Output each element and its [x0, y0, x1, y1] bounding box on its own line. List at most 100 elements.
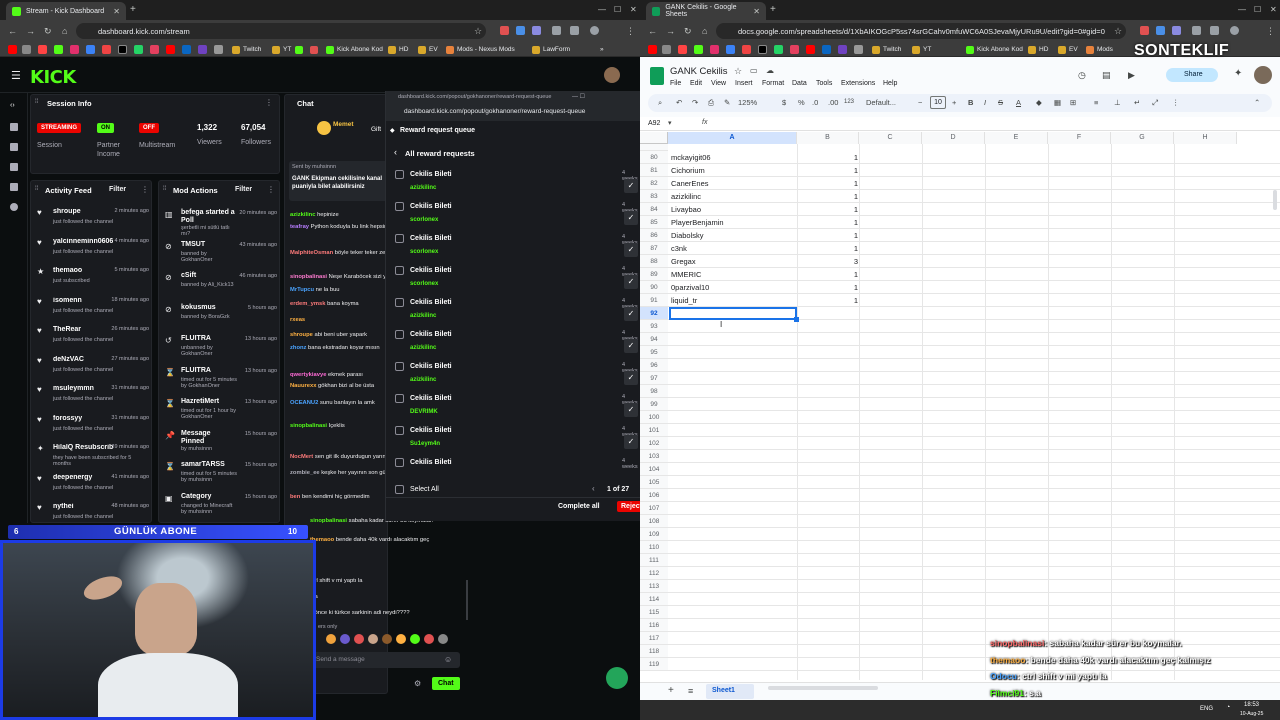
chat-username[interactable]: erdem_ymsk: [290, 301, 325, 307]
cell-b-value[interactable]: 1: [798, 283, 858, 292]
activity-item[interactable]: ♥ deNzVAC just followed the channel 27 minu…: [31, 353, 151, 377]
borders-icon[interactable]: ▦: [1054, 98, 1061, 107]
chat-settings-icon[interactable]: ⚙: [414, 679, 421, 688]
complete-request-button[interactable]: ✓: [624, 435, 638, 449]
mod-action-item[interactable]: ⌛ FLUITRA timed out for 5 minutes by Gokha…: [159, 365, 279, 389]
column-header-e[interactable]: E: [985, 132, 1048, 144]
row-number-95[interactable]: 95: [640, 346, 668, 359]
reload-icon[interactable]: ↻: [44, 26, 52, 37]
account-avatar[interactable]: [1254, 66, 1272, 84]
request-username[interactable]: azizkilinc: [410, 377, 436, 383]
row-number-93[interactable]: 93: [640, 320, 668, 333]
request-checkbox[interactable]: [395, 266, 404, 275]
bookmark-icon[interactable]: [662, 45, 671, 54]
cell-b-value[interactable]: 3: [798, 257, 858, 266]
chat-username[interactable]: NocMert: [290, 454, 313, 460]
sheet-tab-sheet1[interactable]: Sheet1: [706, 684, 754, 699]
chat-scrollbar[interactable]: [466, 580, 468, 620]
cell-b-value[interactable]: 1: [798, 179, 858, 188]
cell-a-value[interactable]: mckayigit06: [671, 153, 711, 162]
activity-item[interactable]: ♥ forossyy just followed the channel 31 min…: [31, 412, 151, 436]
dashboard-icon[interactable]: [10, 123, 18, 131]
extension-icon[interactable]: [1140, 26, 1149, 35]
reward-request-row[interactable]: Cekilis Biletiscorlonex4 weeks✓: [386, 199, 640, 231]
text-color-icon[interactable]: A: [1016, 98, 1021, 107]
cell-b-value[interactable]: 1: [798, 205, 858, 214]
request-username[interactable]: scorlonex: [410, 281, 438, 287]
bookmark-star-icon[interactable]: ☆: [1114, 26, 1122, 37]
reward-request-row[interactable]: Cekilis Biletiscorlonex4 weeks✓: [386, 231, 640, 263]
extension-icon[interactable]: [500, 26, 509, 35]
clock-time[interactable]: 18:53: [1244, 702, 1259, 708]
add-sheet-icon[interactable]: +: [668, 685, 674, 696]
bookmark-ev[interactable]: EV: [418, 45, 438, 54]
italic-icon[interactable]: I: [984, 98, 986, 107]
mod-action-item[interactable]: ⊘ TMSUT banned by GokhanOner 43 minutes ago: [159, 239, 279, 263]
bookmark-kick-abone-kod[interactable]: Kick Abone Kod: [326, 45, 383, 54]
home-icon[interactable]: ⌂: [62, 26, 67, 36]
mod-action-item[interactable]: ▥ befega started a Poll şerbetli mi sütlü …: [159, 207, 279, 237]
menu-help[interactable]: Help: [883, 80, 897, 87]
chat-username[interactable]: ben: [290, 494, 300, 500]
bookmark-yt[interactable]: YT: [272, 45, 291, 54]
chat-username[interactable]: teafray: [290, 224, 309, 230]
request-username[interactable]: azizkilinc: [410, 345, 436, 351]
bookmark-twitch[interactable]: Twitch: [872, 45, 901, 54]
chat-username[interactable]: MalphiteOsman: [290, 250, 333, 256]
row-number-96[interactable]: 96: [640, 359, 668, 372]
column-header-f[interactable]: F: [1048, 132, 1111, 144]
row-number-90[interactable]: 90: [640, 281, 668, 294]
mod-action-item[interactable]: ⊘ cSift banned by Ali_Kick13 46 minutes ago: [159, 270, 279, 294]
reward-request-row[interactable]: Cekilis Biletiazizkilinc4 weeks✓: [386, 359, 640, 391]
increase-decimal-icon[interactable]: .00: [828, 98, 838, 107]
bookmark-nexus-mods[interactable]: Mods - Nexus Mods: [446, 45, 515, 54]
prev-page-icon[interactable]: ‹: [592, 484, 595, 493]
row-number[interactable]: [640, 144, 668, 151]
row-number-108[interactable]: 108: [640, 515, 668, 528]
request-username[interactable]: azizkilinc: [410, 185, 436, 191]
menu-format[interactable]: Format: [762, 80, 784, 87]
row-number-87[interactable]: 87: [640, 242, 668, 255]
mod-filter-button[interactable]: Filter: [235, 186, 252, 193]
chat-message[interactable]: sinopbalinasi İçeklis: [290, 423, 385, 429]
request-checkbox[interactable]: [395, 362, 404, 371]
column-header-c[interactable]: C: [859, 132, 922, 144]
print-icon[interactable]: ⎙: [708, 98, 714, 108]
row-number-97[interactable]: 97: [640, 372, 668, 385]
doc-title[interactable]: GANK Cekilis: [670, 66, 728, 77]
popup-url-bar[interactable]: dashboard.kick.com/popout/gokhanoner/rew…: [404, 108, 585, 115]
complete-request-button[interactable]: ✓: [624, 339, 638, 353]
row-number-110[interactable]: 110: [640, 541, 668, 554]
row-number-111[interactable]: 111: [640, 554, 668, 567]
new-tab-icon[interactable]: +: [130, 4, 136, 15]
mod-action-item[interactable]: 📌 Message Pinned by muhsinnn 15 hours ago: [159, 428, 279, 452]
forward-icon[interactable]: →: [666, 26, 675, 36]
vertical-scrollbar[interactable]: [1273, 190, 1277, 210]
name-box[interactable]: A92: [648, 120, 660, 127]
cell-b-value[interactable]: 1: [798, 153, 858, 162]
bookmark-icon[interactable]: [166, 45, 175, 54]
user-avatar[interactable]: [604, 67, 620, 83]
extensions-puzzle-icon[interactable]: [552, 26, 561, 35]
bookmark-icon[interactable]: [678, 45, 687, 54]
broadcast-icon[interactable]: [10, 183, 18, 191]
row-number-85[interactable]: 85: [640, 216, 668, 229]
activity-item[interactable]: ♥ shroupe just followed the channel 2 minut…: [31, 205, 151, 229]
kick-bookmark-icon[interactable]: [54, 45, 63, 54]
bookmark-icon[interactable]: [102, 45, 111, 54]
chat-message[interactable]: erdem_ymsk bana koyma: [290, 301, 385, 307]
whatsapp-bookmark-icon[interactable]: [774, 45, 783, 54]
request-checkbox[interactable]: [395, 202, 404, 211]
request-checkbox[interactable]: [395, 426, 404, 435]
address-bar[interactable]: docs.google.com/spreadsheets/d/1XbAIKOGc…: [716, 23, 1126, 39]
bookmark-icon[interactable]: [790, 45, 799, 54]
paint-format-icon[interactable]: ✎: [724, 98, 730, 107]
chat-username[interactable]: qwertykiavye: [290, 372, 326, 378]
bookmark-lawform[interactable]: LawForm: [532, 45, 570, 54]
complete-request-button[interactable]: ✓: [624, 403, 638, 417]
column-header-d[interactable]: D: [922, 132, 985, 144]
row-number-83[interactable]: 83: [640, 190, 668, 203]
language-indicator[interactable]: ENG: [1200, 706, 1213, 712]
cell-b-value[interactable]: 1: [798, 270, 858, 279]
linkedin-bookmark-icon[interactable]: [182, 45, 191, 54]
